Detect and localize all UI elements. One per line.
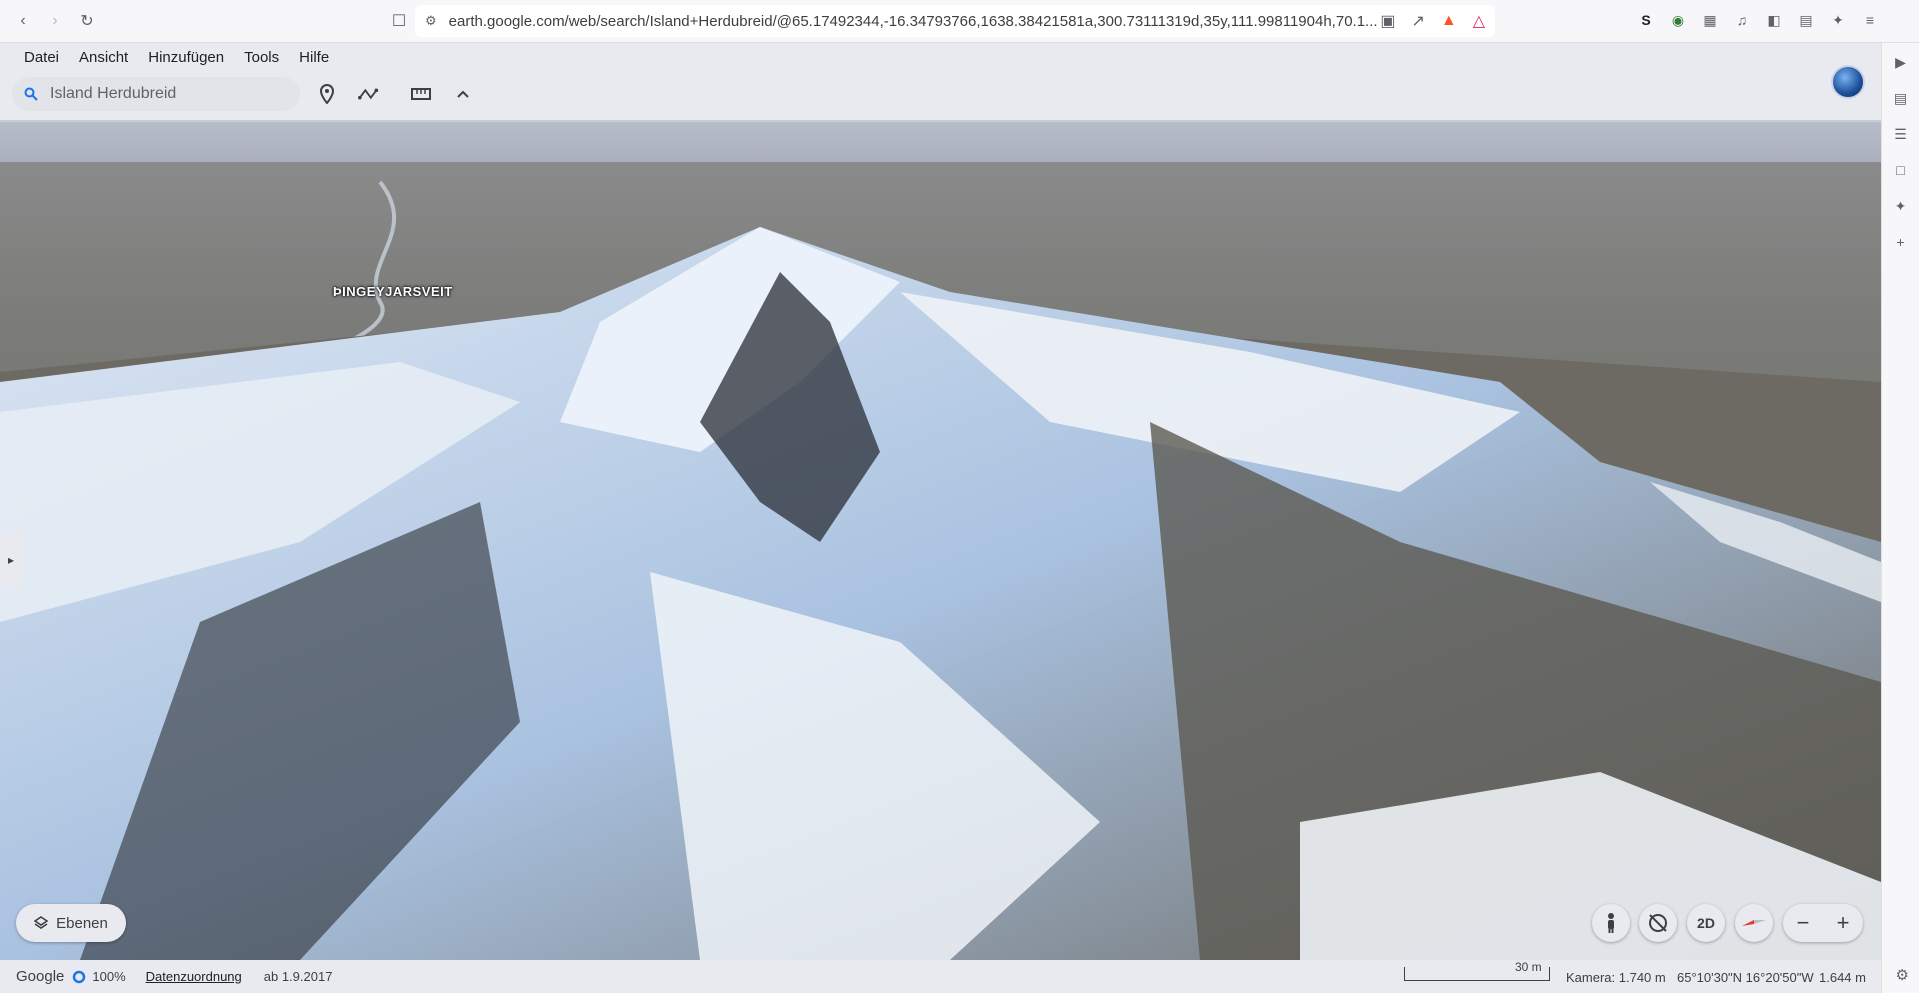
toggle-2d-button[interactable]: 2D <box>1687 904 1725 942</box>
s-extension-icon[interactable]: S <box>1637 11 1655 29</box>
menu-datei[interactable]: Datei <box>14 49 69 66</box>
reading-list-icon[interactable]: ☰ <box>1892 125 1910 143</box>
ruler-icon[interactable] <box>410 83 432 105</box>
layers-button[interactable]: Ebenen <box>16 904 126 942</box>
back-icon[interactable]: ‹ <box>10 8 36 34</box>
settings-icon[interactable]: ⚙ <box>1896 966 1909 984</box>
menu-tools[interactable]: Tools <box>234 49 289 66</box>
wallet-panel-icon[interactable]: ▤ <box>1892 89 1910 107</box>
compass-button[interactable] <box>1735 904 1773 942</box>
status-bar: Google 100% Datenzuordnung ab 1.9.2017 3… <box>0 960 1881 993</box>
compass-icon <box>1742 920 1766 926</box>
browser-side-panel: ▶ ▤ ☰ □ ✦ + <box>1881 43 1919 993</box>
loading-ring-icon <box>73 970 86 983</box>
loading-indicator: 100% <box>72 969 126 984</box>
attribution-link[interactable]: Datenzuordnung <box>146 969 242 984</box>
music-icon[interactable]: ♫ <box>1733 11 1751 29</box>
map-view[interactable]: ÞINGEYJARSVEIT ▸ Ebenen 2D − + <box>0 122 1881 960</box>
search-box[interactable] <box>12 77 300 111</box>
menu-hilfe[interactable]: Hilfe <box>289 49 339 66</box>
map-tools <box>316 83 474 105</box>
account-avatar[interactable] <box>1831 65 1865 99</box>
elevation: 1.644 m <box>1819 970 1866 985</box>
terrain-image <box>0 122 1881 960</box>
zoom-controls: − + <box>1783 904 1863 942</box>
google-logo: Google <box>16 968 65 985</box>
extensions-area: S ◉ ▦ ♫ ◧ ▤ ✦ ≡ <box>1637 11 1879 29</box>
share-icon[interactable]: ↗ <box>1411 11 1424 31</box>
browser-toolbar: ‹ › ↻ ☐ ⚙ earth.google.com/web/search/Is… <box>0 0 1919 43</box>
menu-icon[interactable]: ≡ <box>1861 11 1879 29</box>
reload-icon[interactable]: ↻ <box>74 8 100 34</box>
coordinates: 65°10'30"N 16°20'50"W <box>1677 970 1814 985</box>
add-panel-icon[interactable]: + <box>1892 233 1910 251</box>
leo-panel-icon[interactable]: ✦ <box>1892 197 1910 215</box>
camera-altitude: Kamera: 1.740 m <box>1566 970 1666 985</box>
menu-hinzufuegen[interactable]: Hinzufügen <box>138 49 234 66</box>
bookmark-icon[interactable]: ☐ <box>386 8 412 34</box>
pegman-button[interactable] <box>1592 904 1630 942</box>
loading-percent: 100% <box>92 969 126 984</box>
address-bar[interactable]: ⚙ earth.google.com/web/search/Island+Her… <box>415 5 1495 37</box>
place-label: ÞINGEYJARSVEIT <box>333 284 453 299</box>
layers-icon <box>34 916 49 929</box>
video-icon[interactable]: ▶ <box>1892 53 1910 71</box>
sidebar-icon[interactable]: ◧ <box>1765 11 1783 29</box>
search-icon <box>24 87 38 101</box>
zoom-out-button[interactable]: − <box>1797 910 1810 936</box>
forward-icon[interactable]: › <box>42 8 68 34</box>
reset-tilt-icon <box>1649 914 1667 932</box>
wallet-icon[interactable]: ▤ <box>1797 11 1815 29</box>
menu-ansicht[interactable]: Ansicht <box>69 49 138 66</box>
expand-panel-button[interactable]: ▸ <box>0 532 22 588</box>
collapse-icon[interactable] <box>452 83 474 105</box>
site-settings-icon[interactable]: ⚙ <box>425 13 437 29</box>
url-text[interactable]: earth.google.com/web/search/Island+Herdu… <box>449 13 1381 30</box>
brave-rewards-icon[interactable]: △ <box>1473 11 1485 31</box>
leo-icon[interactable]: ✦ <box>1829 11 1847 29</box>
placemark-icon[interactable] <box>316 83 338 105</box>
shield-extension-icon[interactable]: ◉ <box>1669 11 1687 29</box>
scale-label: 30 m <box>1515 960 1542 974</box>
zoom-in-button[interactable]: + <box>1837 910 1850 936</box>
earth-header: Datei Ansicht Hinzufügen Tools Hilfe <box>0 43 1881 122</box>
path-icon[interactable] <box>358 83 380 105</box>
cast-icon[interactable]: ▣ <box>1380 11 1395 31</box>
tilt-reset-button[interactable] <box>1639 904 1677 942</box>
puzzle-icon[interactable]: ▦ <box>1701 11 1719 29</box>
imagery-date: ab 1.9.2017 <box>263 969 333 984</box>
mode-2d-label: 2D <box>1697 915 1715 931</box>
layers-label: Ebenen <box>56 914 108 932</box>
pegman-icon <box>1608 913 1614 933</box>
bookmarks-panel-icon[interactable]: □ <box>1892 161 1910 179</box>
brave-shields-icon[interactable]: ▲ <box>1441 12 1457 30</box>
menu-bar: Datei Ansicht Hinzufügen Tools Hilfe <box>14 49 339 66</box>
search-input[interactable] <box>50 85 270 103</box>
